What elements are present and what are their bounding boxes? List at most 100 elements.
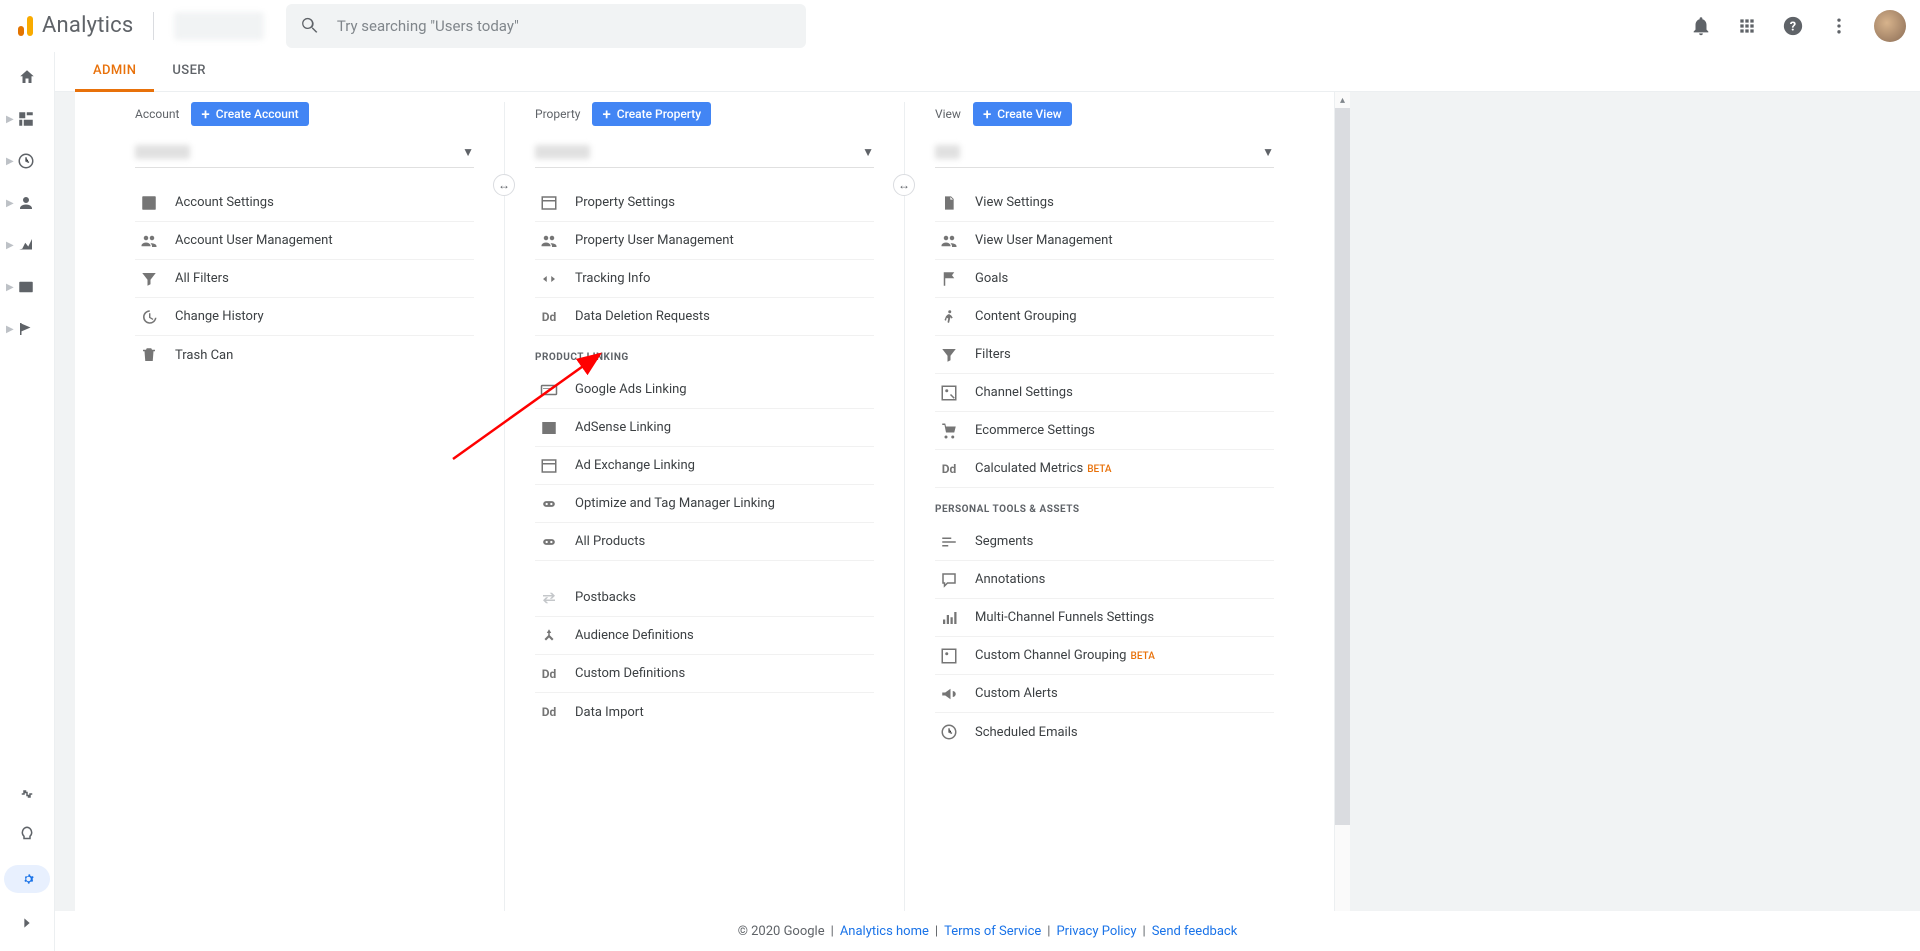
menu-label: Calculated Metrics bbox=[975, 461, 1083, 476]
rail-collapse[interactable] bbox=[19, 915, 35, 931]
menu-label: Postbacks bbox=[575, 590, 636, 605]
footer-link-privacy[interactable]: Privacy Policy bbox=[1056, 924, 1136, 939]
scroll-up-icon[interactable]: ▴ bbox=[1335, 92, 1350, 108]
all-products[interactable]: All Products bbox=[535, 523, 874, 561]
property-selector-dropdown[interactable]: ▼ bbox=[535, 136, 874, 168]
menu-label: All Filters bbox=[175, 271, 229, 286]
create-property-label: Create Property bbox=[617, 107, 701, 121]
account-selector-dropdown[interactable]: ▼ bbox=[135, 136, 474, 168]
tab-admin[interactable]: ADMIN bbox=[75, 52, 154, 92]
content-grouping[interactable]: Content Grouping bbox=[935, 298, 1274, 336]
create-property-button[interactable]: +Create Property bbox=[592, 102, 711, 126]
window-icon bbox=[539, 456, 559, 476]
view-settings[interactable]: View Settings bbox=[935, 184, 1274, 222]
help-icon[interactable]: ? bbox=[1782, 15, 1804, 37]
account-collapse-button[interactable]: ↔ bbox=[493, 174, 515, 196]
property-user-management[interactable]: Property User Management bbox=[535, 222, 874, 260]
menu-label: Data Deletion Requests bbox=[575, 309, 710, 324]
segments[interactable]: Segments bbox=[935, 523, 1274, 561]
menu-label: Goals bbox=[975, 271, 1008, 286]
rail-acquisition[interactable]: ▶ bbox=[0, 236, 54, 254]
audience-definitions[interactable]: Audience Definitions bbox=[535, 617, 874, 655]
rail-discover[interactable] bbox=[18, 825, 36, 843]
top-bar: Analytics ? bbox=[0, 0, 1920, 52]
tabs: ADMIN USER bbox=[55, 52, 1920, 92]
more-icon[interactable] bbox=[1828, 15, 1850, 37]
avatar[interactable] bbox=[1874, 10, 1906, 42]
scheduled-emails[interactable]: Scheduled Emails bbox=[935, 713, 1274, 751]
rail-home[interactable] bbox=[0, 68, 54, 86]
dd-icon: Dd bbox=[539, 664, 559, 684]
rail-audience[interactable]: ▶ bbox=[0, 194, 54, 212]
view-column: View +Create View ▼ View Settings View U… bbox=[904, 102, 1304, 931]
rail-customization[interactable]: ▶ bbox=[0, 110, 54, 128]
tracking-info[interactable]: Tracking Info bbox=[535, 260, 874, 298]
svg-text:?: ? bbox=[1790, 19, 1796, 34]
ad-exchange-linking[interactable]: Ad Exchange Linking bbox=[535, 447, 874, 485]
change-history[interactable]: Change History bbox=[135, 298, 474, 336]
rail-admin[interactable] bbox=[4, 865, 50, 893]
custom-channel-grouping[interactable]: Custom Channel GroupingBETA bbox=[935, 637, 1274, 675]
footer-link-home[interactable]: Analytics home bbox=[840, 924, 929, 939]
calculated-metrics[interactable]: DdCalculated MetricsBETA bbox=[935, 450, 1274, 488]
rail-conversions[interactable]: ▶ bbox=[0, 320, 54, 338]
filters[interactable]: Filters bbox=[935, 336, 1274, 374]
tab-user[interactable]: USER bbox=[154, 52, 224, 92]
menu-label: Optimize and Tag Manager Linking bbox=[575, 496, 775, 511]
ecommerce-settings[interactable]: Ecommerce Settings bbox=[935, 412, 1274, 450]
rail-attribution[interactable] bbox=[18, 785, 36, 803]
account-selector[interactable] bbox=[174, 12, 264, 40]
optimize-linking[interactable]: Optimize and Tag Manager Linking bbox=[535, 485, 874, 523]
annotations[interactable]: Annotations bbox=[935, 561, 1274, 599]
mcf-settings[interactable]: Multi-Channel Funnels Settings bbox=[935, 599, 1274, 637]
view-heading: View bbox=[935, 107, 961, 121]
adsense-linking[interactable]: AdSense Linking bbox=[535, 409, 874, 447]
product-logo[interactable]: Analytics bbox=[14, 13, 133, 38]
apps-icon[interactable] bbox=[1736, 15, 1758, 37]
scrollbar[interactable]: ▴ bbox=[1334, 92, 1350, 951]
link-icon bbox=[539, 532, 559, 552]
rail-behavior[interactable]: ▶ bbox=[0, 278, 54, 296]
channel-settings[interactable]: Channel Settings bbox=[935, 374, 1274, 412]
property-settings[interactable]: Property Settings bbox=[535, 184, 874, 222]
all-filters[interactable]: All Filters bbox=[135, 260, 474, 298]
menu-label: Ad Exchange Linking bbox=[575, 458, 695, 473]
scroll-thumb[interactable] bbox=[1335, 108, 1350, 825]
postbacks[interactable]: Postbacks bbox=[535, 579, 874, 617]
search-input[interactable] bbox=[337, 17, 793, 35]
product-title: Analytics bbox=[42, 13, 133, 38]
channel-icon bbox=[939, 383, 959, 403]
view-selector-dropdown[interactable]: ▼ bbox=[935, 136, 1274, 168]
custom-alerts[interactable]: Custom Alerts bbox=[935, 675, 1274, 713]
menu-label: Account User Management bbox=[175, 233, 333, 248]
footer-link-feedback[interactable]: Send feedback bbox=[1152, 924, 1238, 939]
workarea: ADMIN USER Account +Create Account ▼ Acc bbox=[55, 52, 1920, 951]
window-icon bbox=[539, 193, 559, 213]
menu-label: Audience Definitions bbox=[575, 628, 694, 643]
account-user-management[interactable]: Account User Management bbox=[135, 222, 474, 260]
trash-can[interactable]: Trash Can bbox=[135, 336, 474, 374]
create-view-button[interactable]: +Create View bbox=[973, 102, 1072, 126]
view-user-management[interactable]: View User Management bbox=[935, 222, 1274, 260]
data-deletion[interactable]: DdData Deletion Requests bbox=[535, 298, 874, 336]
create-account-button[interactable]: +Create Account bbox=[191, 102, 308, 126]
list-icon bbox=[539, 418, 559, 438]
menu-label: Trash Can bbox=[175, 348, 233, 363]
beta-badge: BETA bbox=[1131, 651, 1155, 662]
account-settings[interactable]: Account Settings bbox=[135, 184, 474, 222]
doc-icon bbox=[939, 193, 959, 213]
swap-icon bbox=[539, 588, 559, 608]
search-box[interactable] bbox=[286, 4, 806, 48]
product-linking-section: PRODUCT LINKING bbox=[535, 352, 874, 363]
property-collapse-button[interactable]: ↔ bbox=[893, 174, 915, 196]
rail-realtime[interactable]: ▶ bbox=[0, 152, 54, 170]
goals[interactable]: Goals bbox=[935, 260, 1274, 298]
data-import[interactable]: DdData Import bbox=[535, 693, 874, 731]
ads-icon bbox=[539, 380, 559, 400]
custom-definitions[interactable]: DdCustom Definitions bbox=[535, 655, 874, 693]
link-icon bbox=[539, 494, 559, 514]
create-view-label: Create View bbox=[997, 107, 1061, 121]
google-ads-linking[interactable]: Google Ads Linking bbox=[535, 371, 874, 409]
notifications-icon[interactable] bbox=[1690, 15, 1712, 37]
footer-link-tos[interactable]: Terms of Service bbox=[944, 924, 1041, 939]
